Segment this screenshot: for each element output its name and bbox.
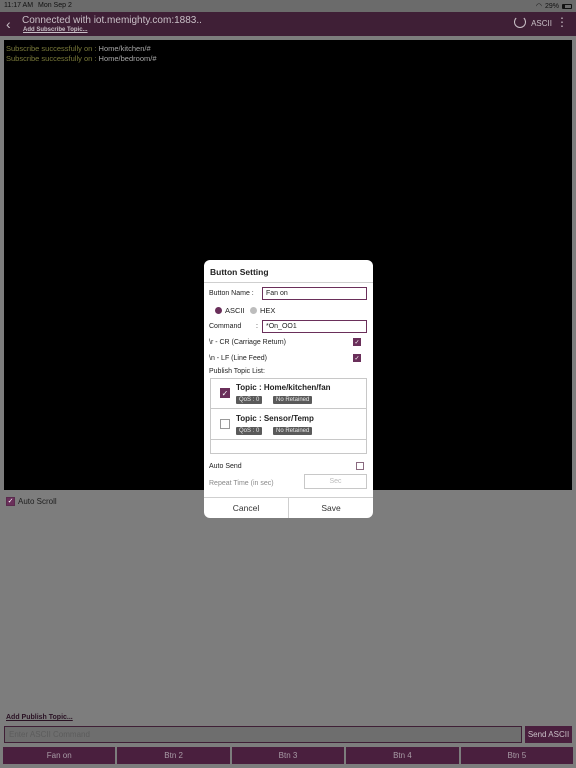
command-colon: : <box>256 323 258 330</box>
auto-scroll-toggle[interactable]: ✓ Auto Scroll <box>6 497 57 506</box>
divider <box>204 282 373 283</box>
quick-button-5[interactable]: Btn 5 <box>460 747 574 764</box>
lf-checkbox[interactable]: ✓ <box>353 354 361 362</box>
command-field[interactable]: *On_OO1 <box>262 320 367 333</box>
topic-name: Topic : Sensor/Temp <box>236 414 314 423</box>
radio-hex-label: HEX <box>260 306 276 315</box>
topic-row[interactable]: ✓ Topic : Home/kitchen/fan QoS : 0 No Re… <box>211 379 366 409</box>
back-chevron-icon[interactable]: ‹ <box>6 16 11 32</box>
add-subscribe-topic-link[interactable]: Add Subscribe Topic... <box>23 27 88 33</box>
auto-scroll-checkbox[interactable]: ✓ <box>6 497 15 506</box>
more-menu-icon[interactable]: ⋮ <box>556 16 568 28</box>
command-input[interactable]: Enter ASCII Command <box>4 726 522 743</box>
log-prefix: Subscribe successfully on : <box>6 54 99 63</box>
auto-send-label: Auto Send <box>209 463 242 470</box>
cr-checkbox[interactable]: ✓ <box>353 338 361 346</box>
app-header: ‹ Connected with iot.memighty.com:1883..… <box>0 12 576 36</box>
publish-topic-list: ✓ Topic : Home/kitchen/fan QoS : 0 No Re… <box>210 378 367 454</box>
command-label: Command <box>209 323 242 330</box>
status-date: Mon Sep 2 <box>38 2 72 9</box>
repeat-time-label: Repeat Time (in sec) <box>209 480 274 487</box>
log-prefix: Subscribe successfully on : <box>6 44 99 53</box>
dialog-footer: Cancel Save <box>204 497 373 518</box>
button-name-label: Button Name : <box>209 290 254 297</box>
lf-label: \n - LF (Line Feed) <box>209 355 267 362</box>
repeat-time-input[interactable]: Sec <box>304 474 367 489</box>
retained-badge: No Retained <box>273 427 313 435</box>
status-right: ◠ 29% <box>536 2 572 10</box>
send-ascii-button[interactable]: Send ASCII <box>525 726 572 743</box>
button-setting-dialog: Button Setting Button Name : Fan on ASCI… <box>204 260 373 518</box>
qos-badge: QoS : 0 <box>236 396 263 404</box>
battery-percent: 29% <box>544 2 559 10</box>
dialog-title: Button Setting <box>210 267 269 277</box>
log-topic: Home/bedroom/# <box>98 54 157 63</box>
connection-title: Connected with iot.memighty.com:1883.. <box>22 15 202 26</box>
cancel-button[interactable]: Cancel <box>204 498 289 518</box>
topic-checkbox[interactable] <box>220 419 230 429</box>
wifi-icon: ◠ <box>535 3 542 10</box>
topic-checkbox[interactable]: ✓ <box>220 388 230 398</box>
radio-ascii[interactable]: ASCII <box>215 306 245 315</box>
radio-ascii-label: ASCII <box>225 306 245 315</box>
save-button[interactable]: Save <box>289 498 373 518</box>
quick-button-2[interactable]: Btn 2 <box>117 747 230 764</box>
radio-hex[interactable]: HEX <box>250 306 275 315</box>
log-topic: Home/kitchen/# <box>98 44 151 53</box>
quick-button-1[interactable]: Fan on <box>3 747 116 764</box>
topic-row[interactable]: Topic : Sensor/Temp QoS : 0 No Retained <box>211 410 366 440</box>
auto-scroll-label: Auto Scroll <box>18 497 57 506</box>
log-line: Subscribe successfully on : Home/kitchen… <box>6 44 151 53</box>
quick-button-4[interactable]: Btn 4 <box>346 747 459 764</box>
button-name-input[interactable]: Fan on <box>262 287 367 300</box>
radio-hex-dot[interactable] <box>250 307 257 314</box>
mode-toggle[interactable]: ASCII <box>531 19 552 28</box>
battery-icon <box>562 3 572 9</box>
status-time: 11:17 AM <box>4 2 34 9</box>
add-publish-topic-link[interactable]: Add Publish Topic... <box>6 714 73 721</box>
quick-button-3[interactable]: Btn 3 <box>231 747 345 764</box>
topic-name: Topic : Home/kitchen/fan <box>236 383 331 392</box>
log-line: Subscribe successfully on : Home/bedroom… <box>6 54 157 63</box>
auto-send-checkbox[interactable] <box>356 462 364 470</box>
refresh-icon[interactable] <box>514 16 526 28</box>
publish-topic-list-label: Publish Topic List: <box>209 368 265 375</box>
retained-badge: No Retained <box>273 396 313 404</box>
cr-label: \r - CR (Carriage Return) <box>209 339 287 346</box>
radio-ascii-dot[interactable] <box>215 307 222 314</box>
quick-button-row: Fan on Btn 2 Btn 3 Btn 4 Btn 5 <box>3 747 574 764</box>
status-bar: 11:17 AM Mon Sep 2 ◠ 29% <box>0 0 576 12</box>
qos-badge: QoS : 0 <box>236 427 263 435</box>
